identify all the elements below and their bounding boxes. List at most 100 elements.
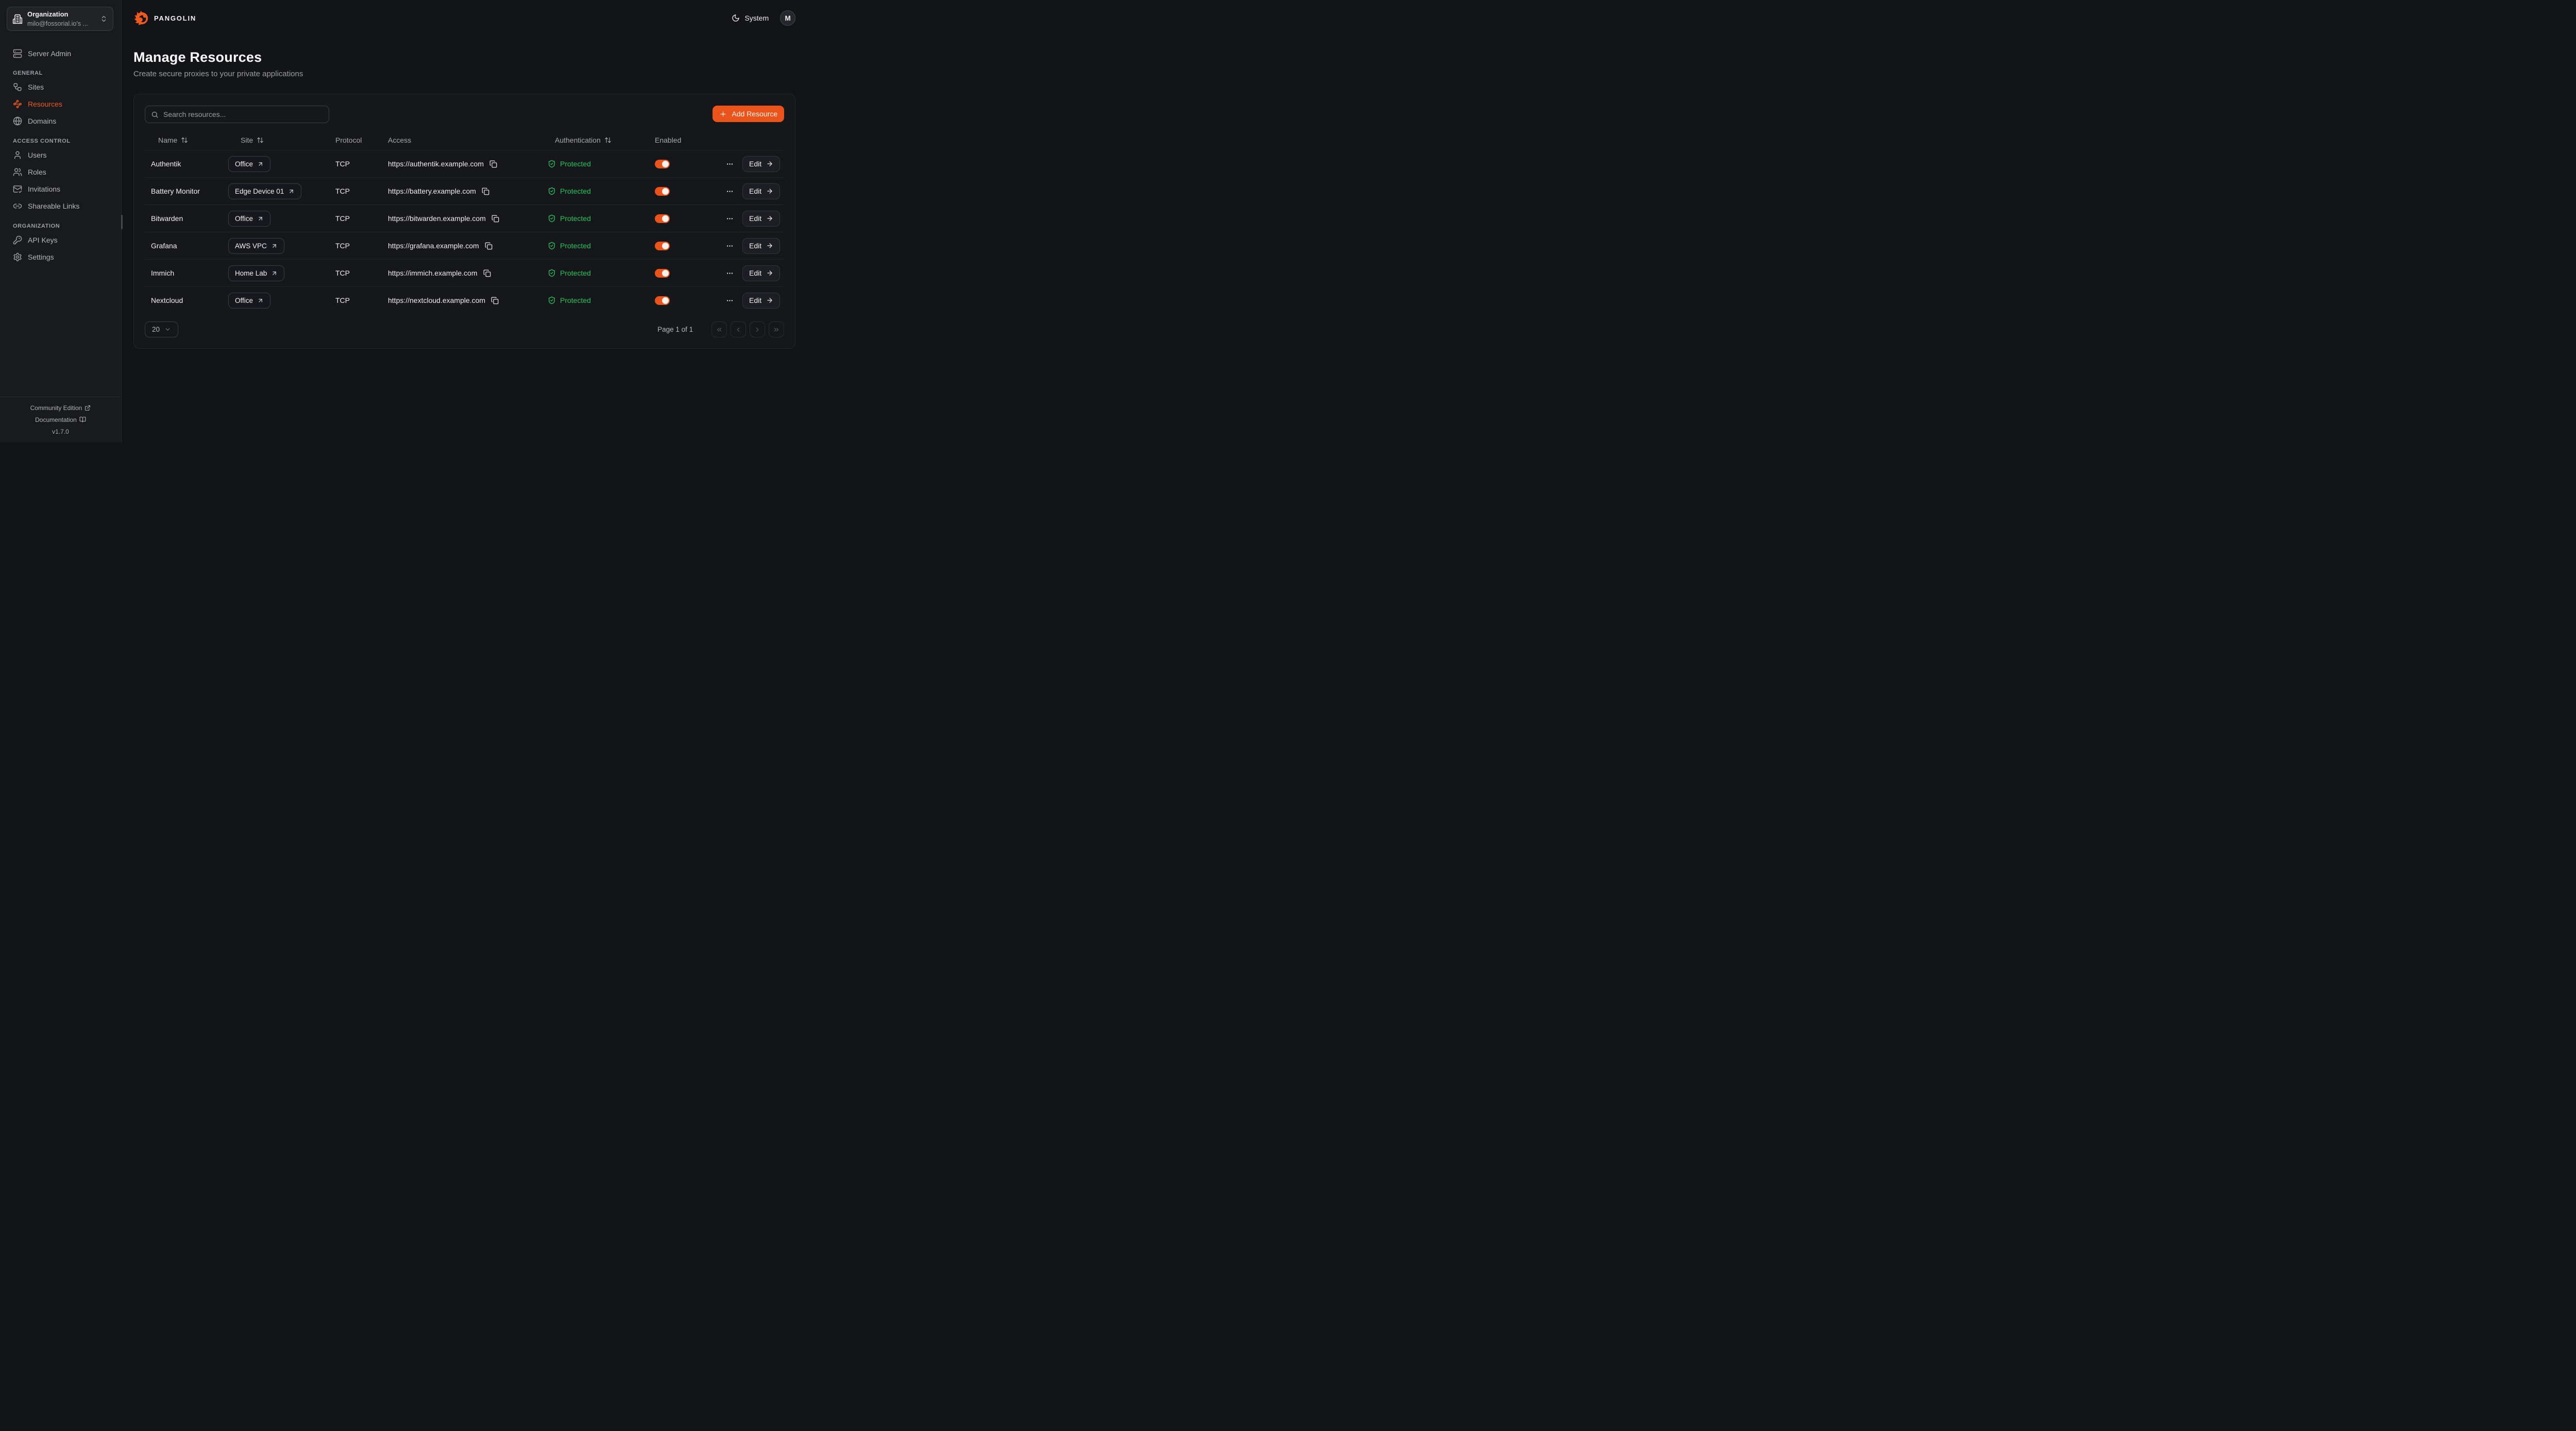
community-edition-link[interactable]: Community Edition [0,402,121,414]
row-menu-button[interactable] [725,213,735,225]
site-name: Office [235,215,253,223]
org-selector-value: milo@fossorial.io's ... [27,20,88,27]
sidebar-item-resources[interactable]: Resources [0,95,121,112]
table-row: Battery Monitor Edge Device 01 TCP https… [145,177,784,205]
copy-icon[interactable] [483,269,491,277]
resource-url: https://bitwarden.example.com [388,214,486,223]
copy-icon[interactable] [482,188,489,195]
previous-page-button[interactable] [731,321,746,337]
page-size-select[interactable]: 20 [145,321,178,337]
resource-url: https://battery.example.com [388,187,476,195]
authentication-label: Protected [560,296,591,304]
table-row: Nextcloud Office TCP https://nextcloud.e… [145,286,784,314]
next-page-button[interactable] [750,321,765,337]
arrow-right-icon [766,188,773,195]
search-icon [151,111,159,118]
copy-icon[interactable] [489,160,497,168]
add-resource-label: Add Resource [732,110,777,118]
resources-table: Name Site Protocol Access Authentication [145,130,784,314]
resources-icon [13,99,22,109]
resource-protocol: TCP [329,214,381,223]
sidebar-item-server-admin[interactable]: Server Admin [0,46,121,61]
sidebar-resize-handle[interactable] [121,215,123,229]
site-name: AWS VPC [235,242,267,250]
edit-button[interactable]: Edit [742,293,780,309]
arrow-up-right-icon [257,297,264,304]
last-page-button[interactable] [769,321,784,337]
enabled-toggle[interactable] [655,160,670,168]
edit-button[interactable]: Edit [742,183,780,199]
sidebar-item-label: Resources [28,100,62,108]
sidebar-item-invitations[interactable]: Invitations [0,180,121,197]
row-menu-button[interactable] [725,185,735,197]
sidebar-item-roles[interactable]: Roles [0,163,121,180]
user-avatar[interactable]: M [780,10,795,26]
gear-icon [13,252,22,262]
moon-icon [732,14,740,22]
authentication-label: Protected [560,269,591,277]
edit-button[interactable]: Edit [742,211,780,227]
authentication-badge: Protected [545,242,647,250]
site-link-button[interactable]: Office [228,156,270,172]
edit-label: Edit [749,269,761,277]
chevron-right-icon [754,326,761,333]
search-input[interactable] [163,110,323,118]
arrow-right-icon [766,242,773,249]
sidebar-item-label: Invitations [28,185,60,193]
resource-url: https://authentik.example.com [388,160,484,168]
table-row: Authentik Office TCP https://authentik.e… [145,150,784,177]
enabled-toggle[interactable] [655,269,670,278]
arrow-right-icon [766,269,773,277]
site-link-button[interactable]: Office [228,211,270,227]
sidebar-item-sites[interactable]: Sites [0,78,121,95]
sidebar-item-api-keys[interactable]: API Keys [0,231,121,248]
authentication-label: Protected [560,214,591,223]
copy-icon[interactable] [492,215,499,223]
site-name: Office [235,297,253,304]
site-link-button[interactable]: AWS VPC [228,238,284,254]
main-content: PANGOLIN System M Manage Resources Creat… [122,0,808,442]
resource-url: https://nextcloud.example.com [388,296,485,304]
row-menu-button[interactable] [725,240,735,252]
site-link-button[interactable]: Office [228,293,270,309]
row-menu-button[interactable] [725,267,735,279]
arrow-up-right-icon [257,215,264,222]
copy-icon[interactable] [491,297,499,304]
sidebar-item-settings[interactable]: Settings [0,248,121,265]
page-title: Manage Resources [133,49,795,65]
site-name: Home Lab [235,269,267,277]
edit-button[interactable]: Edit [742,156,780,172]
edit-button[interactable]: Edit [742,238,780,254]
row-menu-button[interactable] [725,295,735,306]
sidebar-item-shareable-links[interactable]: Shareable Links [0,197,121,214]
add-resource-button[interactable]: Add Resource [713,106,784,122]
enabled-toggle[interactable] [655,214,670,223]
sidebar-item-domains[interactable]: Domains [0,112,121,129]
copy-icon[interactable] [485,242,493,250]
site-link-button[interactable]: Edge Device 01 [228,183,301,199]
sort-by-name-button[interactable]: Name [151,136,188,144]
sort-by-site-button[interactable]: Site [233,136,264,144]
org-selector[interactable]: Organization milo@fossorial.io's ... [7,7,113,31]
resource-protocol: TCP [329,269,381,277]
resources-card: Add Resource Name Site Protocol [133,94,795,349]
arrow-right-icon [766,297,773,304]
key-icon [13,235,22,245]
topbar: PANGOLIN System M [133,8,795,28]
documentation-link[interactable]: Documentation [0,414,121,425]
edit-button[interactable]: Edit [742,265,780,281]
sort-arrows-icon [604,137,612,144]
site-link-button[interactable]: Home Lab [228,265,284,281]
row-menu-button[interactable] [725,158,735,170]
enabled-toggle[interactable] [655,187,670,196]
enabled-toggle[interactable] [655,296,670,305]
enabled-toggle[interactable] [655,242,670,250]
sidebar-footer: Community Edition Documentation v1.7.0 [0,397,121,442]
first-page-button[interactable] [711,321,727,337]
chevrons-left-icon [716,326,723,333]
sort-arrows-icon [181,137,188,144]
theme-toggle-button[interactable]: System [732,14,769,22]
sidebar-item-users[interactable]: Users [0,146,121,163]
sort-by-authentication-button[interactable]: Authentication [555,136,612,144]
column-header-enabled: Enabled [647,136,719,144]
